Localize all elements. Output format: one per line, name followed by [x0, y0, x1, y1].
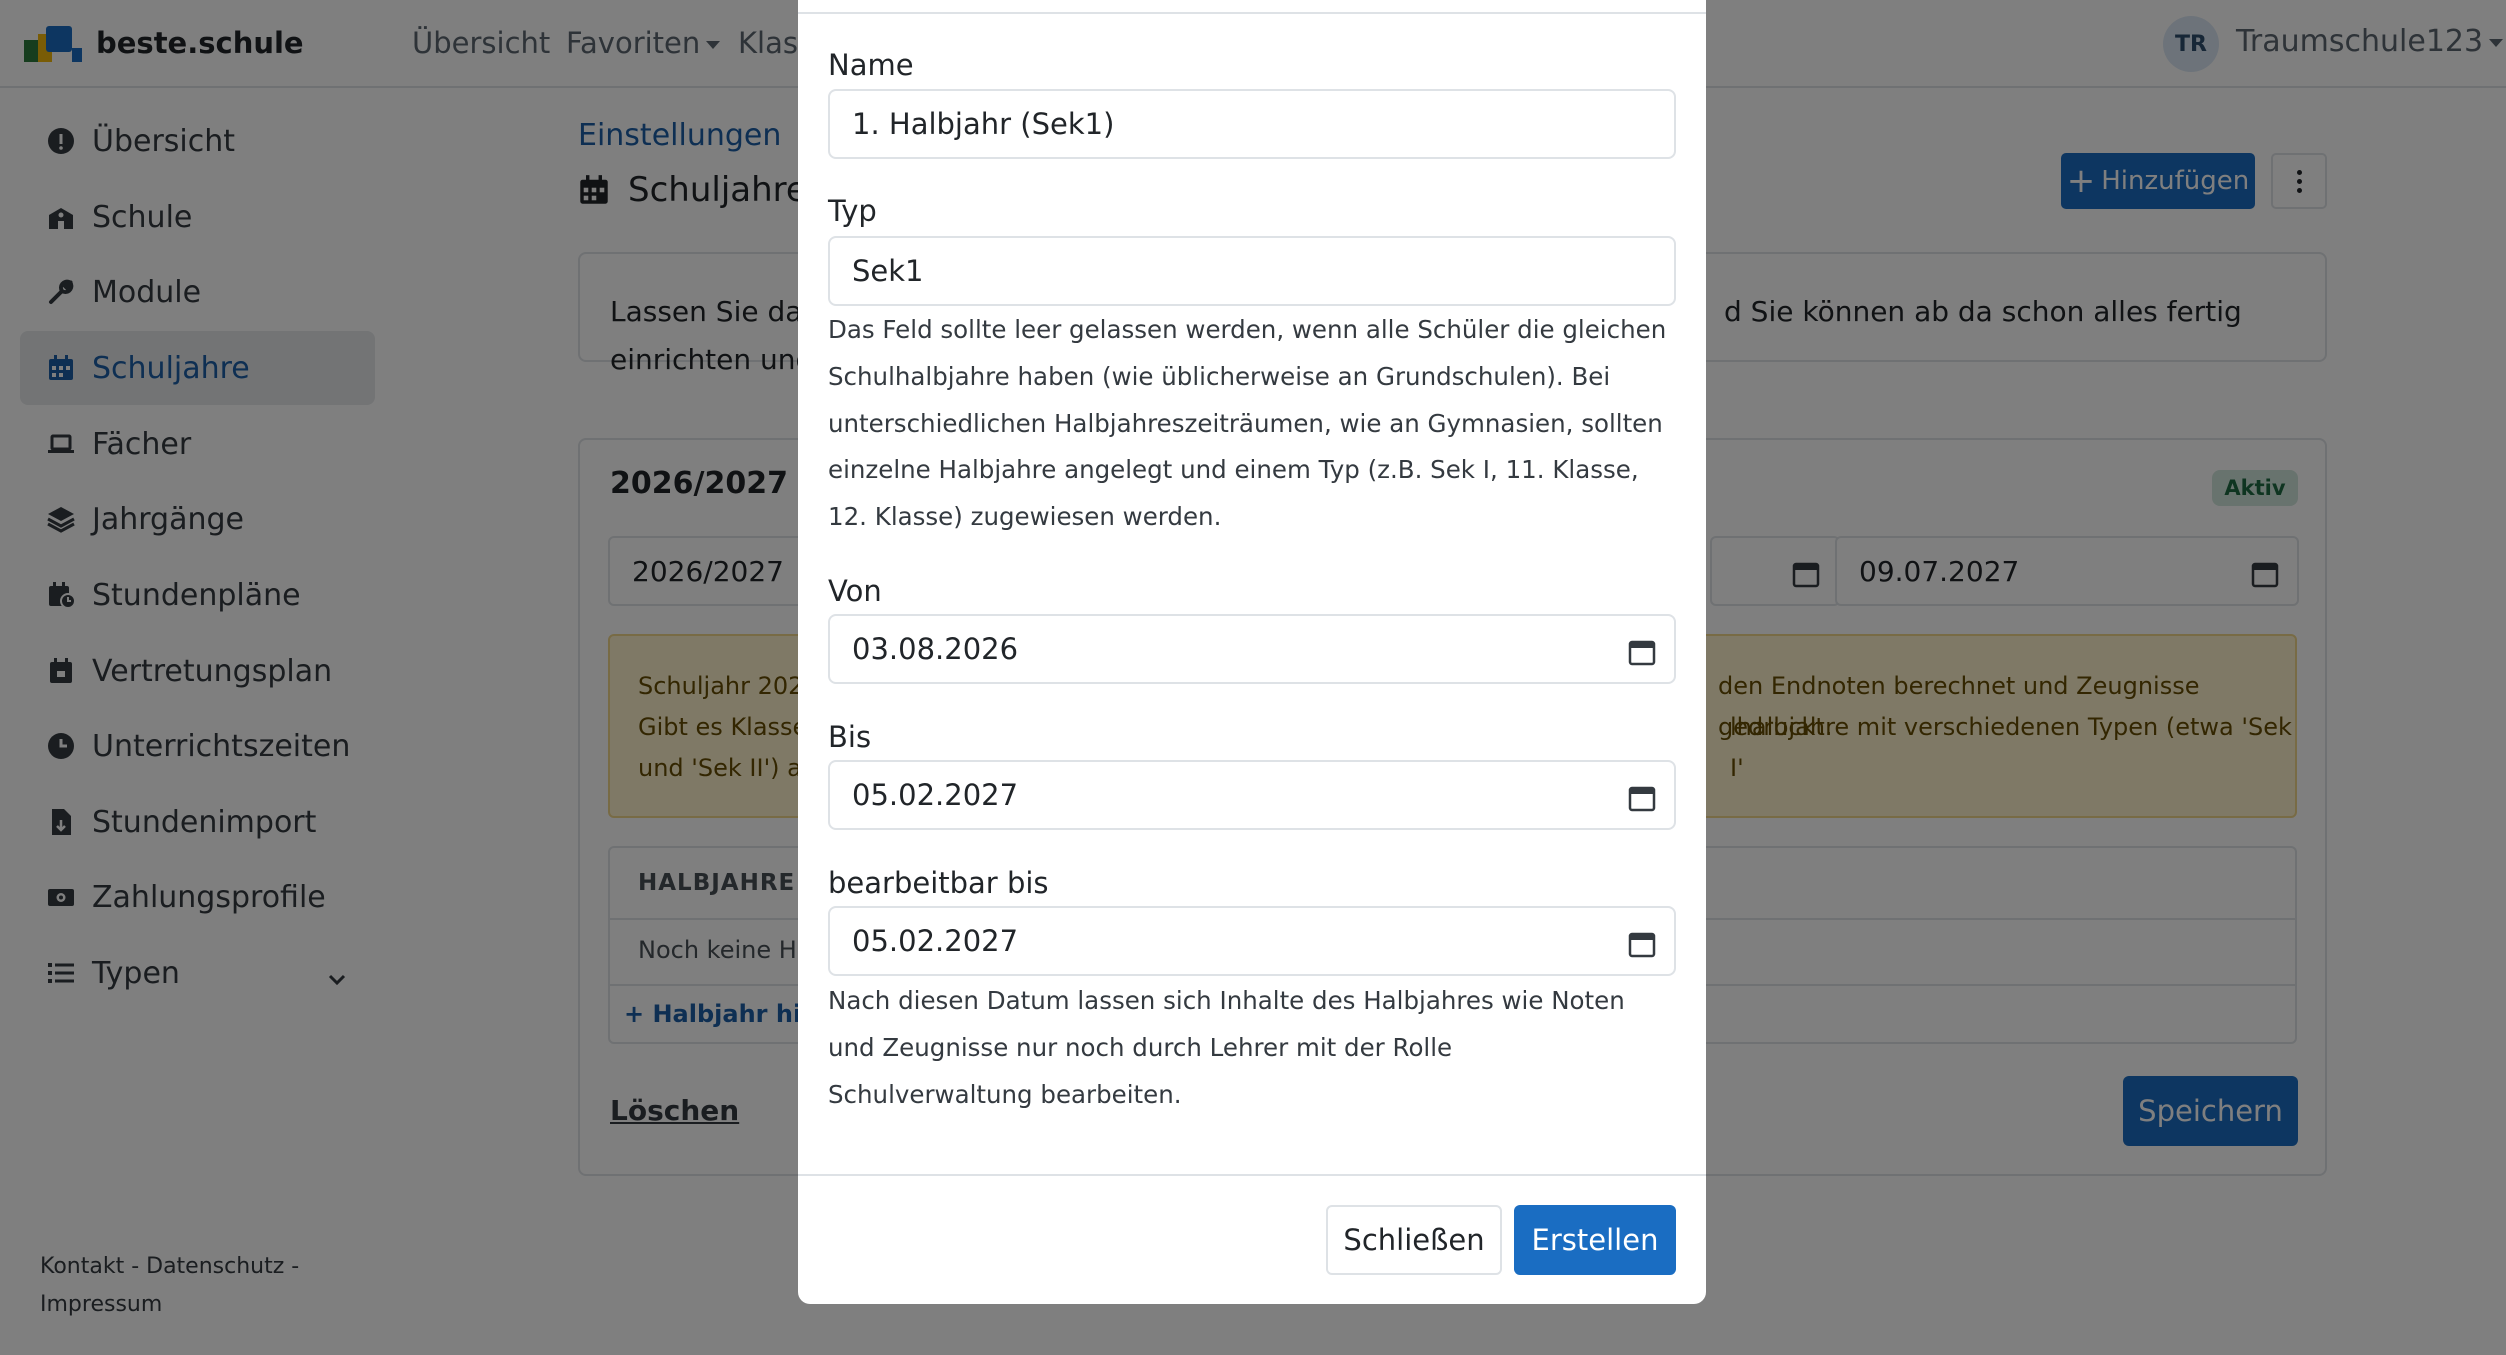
from-date-value: 03.08.2026 [852, 632, 1019, 666]
editable-until-label: bearbeitbar bis [828, 866, 1049, 900]
to-date-value: 05.02.2027 [852, 778, 1019, 812]
editable-until-value: 05.02.2027 [852, 924, 1019, 958]
editable-help-text: Nach diesen Datum lassen sich Inhalte de… [828, 986, 1625, 1109]
editable-until-input[interactable]: 05.02.2027 [828, 906, 1676, 976]
close-button[interactable]: Schließen [1326, 1205, 1502, 1275]
from-date-input[interactable]: 03.08.2026 [828, 614, 1676, 684]
create-button[interactable]: Erstellen [1514, 1205, 1676, 1275]
name-input[interactable]: 1. Halbjahr (Sek1) [828, 89, 1676, 159]
type-input[interactable]: Sek1 [828, 236, 1676, 306]
to-date-input[interactable]: 05.02.2027 [828, 760, 1676, 830]
create-halbjahr-modal: Name 1. Halbjahr (Sek1) Typ Sek1 Das Fel… [798, 0, 1706, 1304]
calendar-icon[interactable] [1628, 638, 1656, 666]
to-label: Bis [828, 720, 872, 754]
type-label: Typ [828, 194, 877, 228]
type-help-text: Das Feld sollte leer gelassen werden, we… [828, 315, 1667, 532]
calendar-icon[interactable] [1628, 930, 1656, 958]
name-label: Name [828, 48, 914, 82]
calendar-icon[interactable] [1628, 784, 1656, 812]
from-label: Von [828, 574, 882, 608]
